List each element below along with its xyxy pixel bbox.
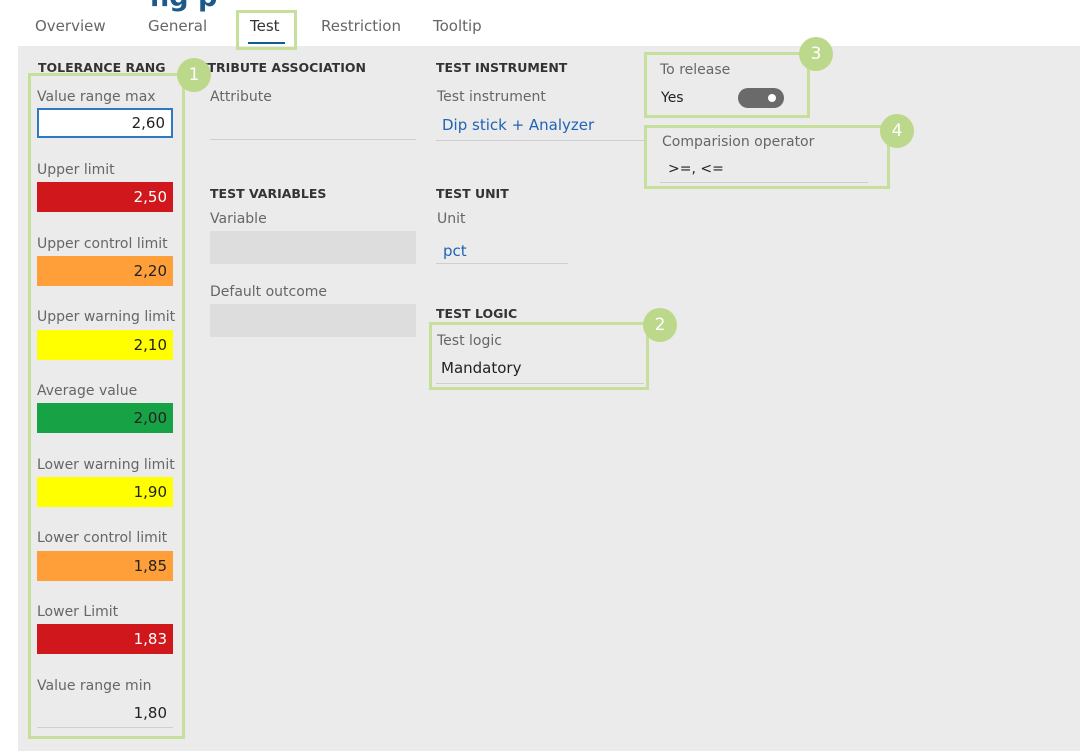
attribute-label: Attribute (210, 89, 272, 105)
test-instrument-value[interactable]: Dip stick + Analyzer (442, 116, 594, 134)
test-unit-header: TEST UNIT (436, 186, 509, 201)
callout-1: 1 (177, 58, 211, 92)
tab-overview[interactable]: Overview (35, 17, 106, 35)
comparison-operator-highlight-frame (644, 125, 890, 189)
unit-underline (436, 263, 568, 264)
test-instrument-label: Test instrument (437, 89, 546, 105)
default-outcome-label: Default outcome (210, 284, 328, 300)
test-instrument-underline (436, 140, 646, 141)
callout-2: 2 (643, 308, 677, 342)
variable-field[interactable] (210, 231, 416, 264)
test-logic-header: TEST LOGIC (436, 306, 518, 321)
callout-3: 3 (799, 37, 833, 71)
page-title-fragment: ng p (150, 0, 217, 13)
attribute-association-header: ATTRIBUTE ASSOCIATION (190, 60, 366, 75)
tab-restriction[interactable]: Restriction (321, 17, 401, 35)
test-logic-highlight-frame (429, 322, 649, 390)
attribute-underline (210, 139, 416, 140)
tab-test-highlight-frame (236, 10, 297, 50)
default-outcome-field[interactable] (210, 304, 416, 337)
unit-value[interactable]: pct (443, 242, 467, 260)
tolerance-highlight-frame (28, 73, 185, 739)
callout-4: 4 (880, 114, 914, 148)
test-instrument-header: TEST INSTRUMENT (436, 60, 568, 75)
tab-tooltip[interactable]: Tooltip (433, 17, 482, 35)
unit-label: Unit (437, 211, 466, 227)
to-release-highlight-frame (644, 52, 810, 118)
test-variables-header: TEST VARIABLES (210, 186, 327, 201)
tab-general[interactable]: General (148, 17, 207, 35)
variable-label: Variable (210, 211, 267, 227)
